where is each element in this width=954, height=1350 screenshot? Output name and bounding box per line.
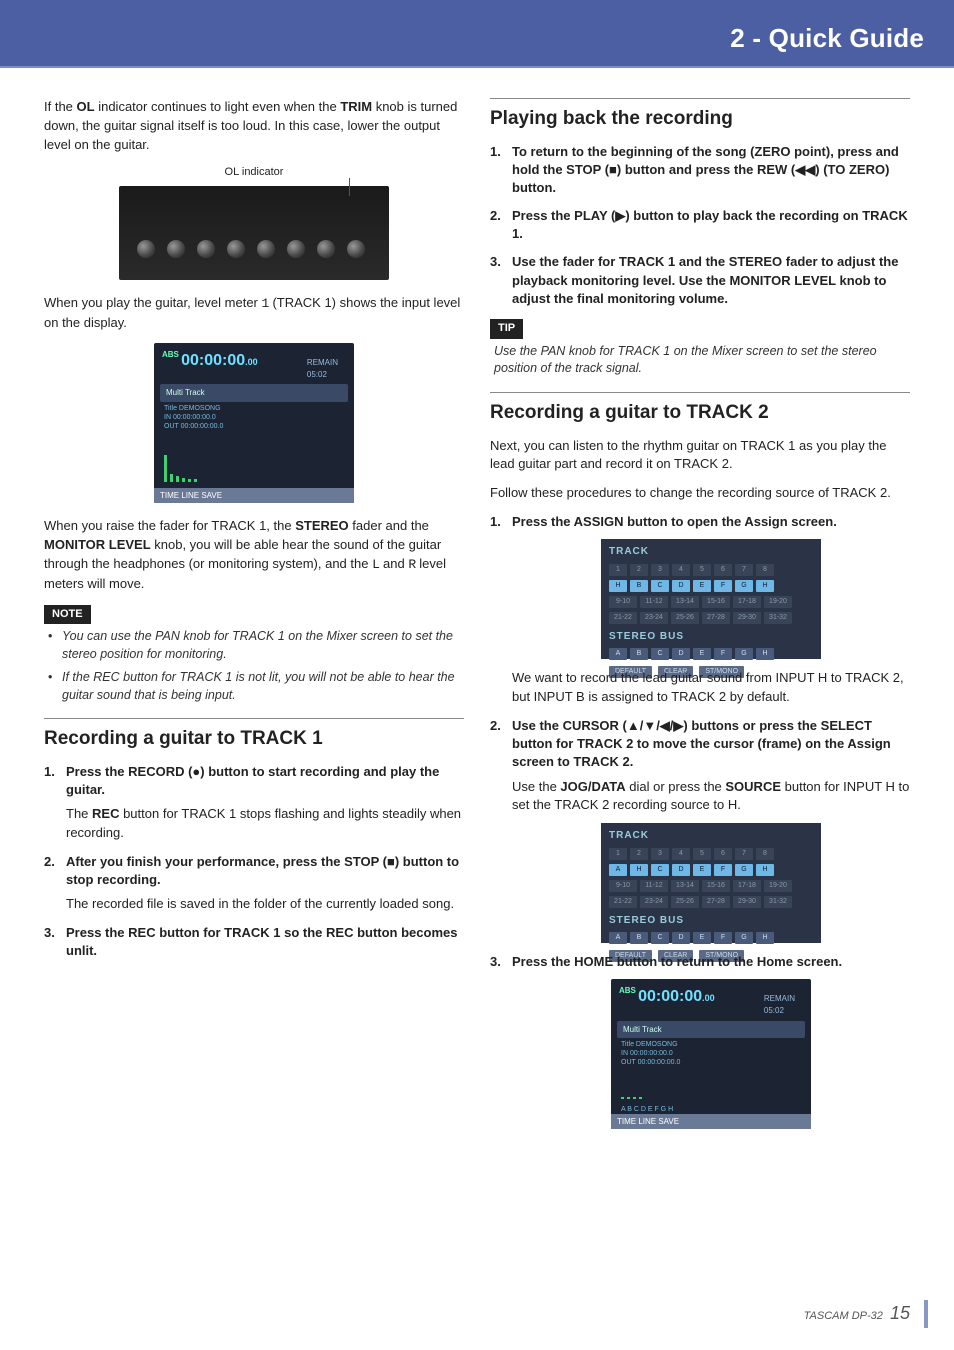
note-list: You can use the PAN knob for TRACK 1 on … — [48, 628, 464, 704]
left-column: If the OL indicator continues to light e… — [44, 98, 464, 1143]
intro-ol: If the OL indicator continues to light e… — [44, 98, 464, 155]
step-body: We want to record the lead guitar sound … — [512, 669, 910, 707]
step-instr: Press the REC button for TRACK 1 so the … — [66, 924, 464, 960]
tip-pill: TIP — [490, 319, 523, 339]
heading-rec-track2: Recording a guitar to TRACK 2 — [490, 392, 910, 427]
step-item: Press the HOME button to return to the H… — [490, 953, 910, 1129]
heading-rec-track1: Recording a guitar to TRACK 1 — [44, 718, 464, 753]
right-column: Playing back the recording To return to … — [490, 98, 910, 1143]
note-pill: NOTE — [44, 605, 91, 625]
steps-rec2: Press the ASSIGN button to open the Assi… — [490, 513, 910, 1129]
step-instr: Press the HOME button to return to the H… — [512, 953, 910, 971]
step-item: Use the CURSOR (▲/▼/◀/▶) buttons or pres… — [490, 717, 910, 943]
chapter-title: 2 - Quick Guide — [730, 20, 924, 58]
figure-lcd-1: ABS 00:00:00.00 REMAIN05:02 Multi Track … — [154, 343, 354, 503]
tip-body: Use the PAN knob for TRACK 1 on the Mixe… — [494, 343, 910, 378]
step-body: The recorded file is saved in the folder… — [66, 895, 464, 914]
header-band: 2 - Quick Guide — [0, 0, 954, 68]
step-item: After you finish your performance, press… — [44, 853, 464, 914]
note-item: You can use the PAN knob for TRACK 1 on … — [48, 628, 464, 663]
page-body: If the OL indicator continues to light e… — [0, 68, 954, 1143]
figure-input-panel — [119, 186, 389, 280]
footer-accent-bar — [924, 1300, 928, 1328]
step-instr: After you finish your performance, press… — [66, 853, 464, 889]
step-item: Press the PLAY (▶) button to play back t… — [490, 207, 910, 243]
after-fader: When you raise the fader for TRACK 1, th… — [44, 517, 464, 593]
step-item: Press the RECORD (●) button to start rec… — [44, 763, 464, 843]
step-item: To return to the beginning of the song (… — [490, 143, 910, 198]
steps-rec1: Press the RECORD (●) button to start rec… — [44, 763, 464, 961]
figure-assign-1: TRACK 12345678 HBCDEFGH 9-1011-1213-1415… — [601, 539, 821, 659]
step-body: Use the JOG/DATA dial or press the SOURC… — [512, 778, 910, 816]
note-item: If the REC button for TRACK 1 is not lit… — [48, 669, 464, 704]
step-body: The REC button for TRACK 1 stops flashin… — [66, 805, 464, 843]
ol-caption: OL indicator — [44, 165, 464, 181]
step-instr: Press the ASSIGN button to open the Assi… — [512, 513, 910, 531]
heading-playback: Playing back the recording — [490, 98, 910, 133]
step-instr: Press the RECORD (●) button to start rec… — [66, 763, 464, 799]
step-item: Press the REC button for TRACK 1 so the … — [44, 924, 464, 960]
steps-playback: To return to the beginning of the song (… — [490, 143, 910, 309]
step-item: Press the ASSIGN button to open the Assi… — [490, 513, 910, 707]
footer-model: TASCAM DP-32 — [804, 1310, 883, 1322]
footer-page-number: 15 — [890, 1303, 910, 1323]
step-item: Use the fader for TRACK 1 and the STEREO… — [490, 253, 910, 308]
rec2-intro1: Next, you can listen to the rhythm guita… — [490, 437, 910, 475]
footer: TASCAM DP-32 15 — [804, 1300, 910, 1326]
step-instr: Use the CURSOR (▲/▼/◀/▶) buttons or pres… — [512, 717, 910, 772]
figure-assign-2: TRACK 12345678 AHCDEFGH 9-1011-1213-1415… — [601, 823, 821, 943]
after-guitar: When you play the guitar, level meter 1 … — [44, 294, 464, 333]
figure-lcd-2: ABS 00:00:00.00 REMAIN05:02 Multi Track … — [611, 979, 811, 1129]
rec2-intro2: Follow these procedures to change the re… — [490, 484, 910, 503]
